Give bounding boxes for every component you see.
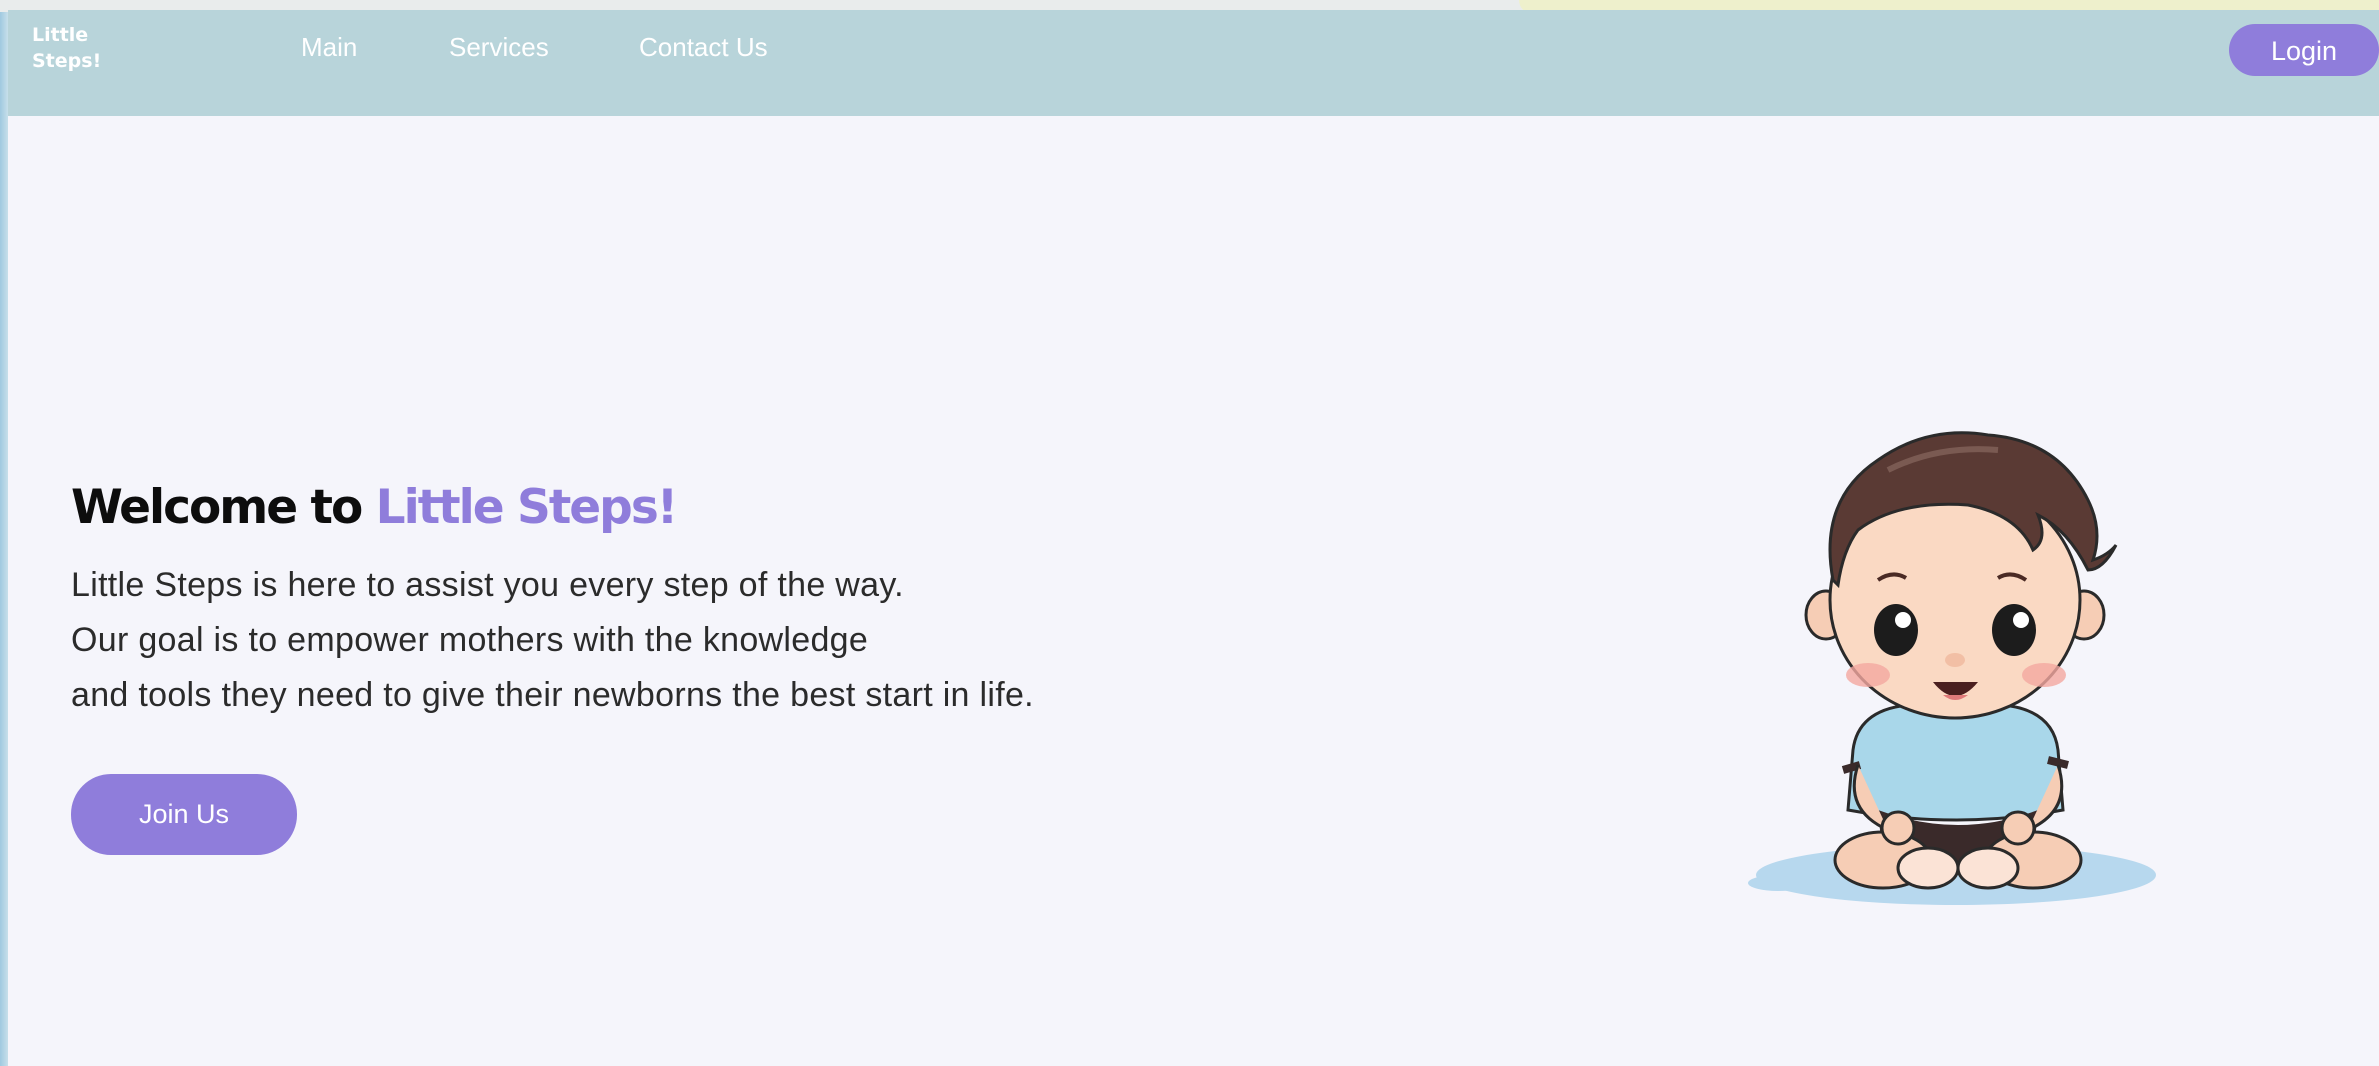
logo-line-1: Little bbox=[32, 24, 89, 46]
hero-line-2: Our goal is to empower mothers with the … bbox=[71, 621, 869, 659]
hero-line-3: and tools they need to give their newbor… bbox=[71, 676, 1034, 714]
join-us-button[interactable]: Join Us bbox=[71, 774, 297, 855]
nav-link-contact-us[interactable]: Contact Us bbox=[639, 32, 768, 62]
hero-title: Welcome to Little Steps! bbox=[71, 478, 1371, 538]
app-window: Little Steps! Main Services Contact Us L… bbox=[8, 10, 2379, 1066]
hero-line-1: Little Steps is here to assist you every… bbox=[71, 566, 904, 604]
logo-line-2: Steps! bbox=[32, 50, 102, 72]
hero-title-brand: Little Steps! bbox=[375, 480, 679, 535]
hero-section: Welcome to Little Steps! Little Steps is… bbox=[71, 478, 1371, 723]
navbar: Little Steps! Main Services Contact Us L… bbox=[8, 10, 2379, 116]
logo[interactable]: Little Steps! bbox=[32, 22, 112, 74]
screen-background: Little Steps! Main Services Contact Us L… bbox=[0, 0, 2379, 1066]
login-button[interactable]: Login bbox=[2229, 24, 2379, 76]
nav-link-services[interactable]: Services bbox=[449, 32, 549, 62]
baby-illustration bbox=[1748, 431, 2156, 905]
hero-description: Little Steps is here to assist you every… bbox=[71, 558, 1371, 723]
hero-title-prefix: Welcome to bbox=[71, 480, 376, 535]
nav-link-main[interactable]: Main bbox=[301, 32, 357, 62]
